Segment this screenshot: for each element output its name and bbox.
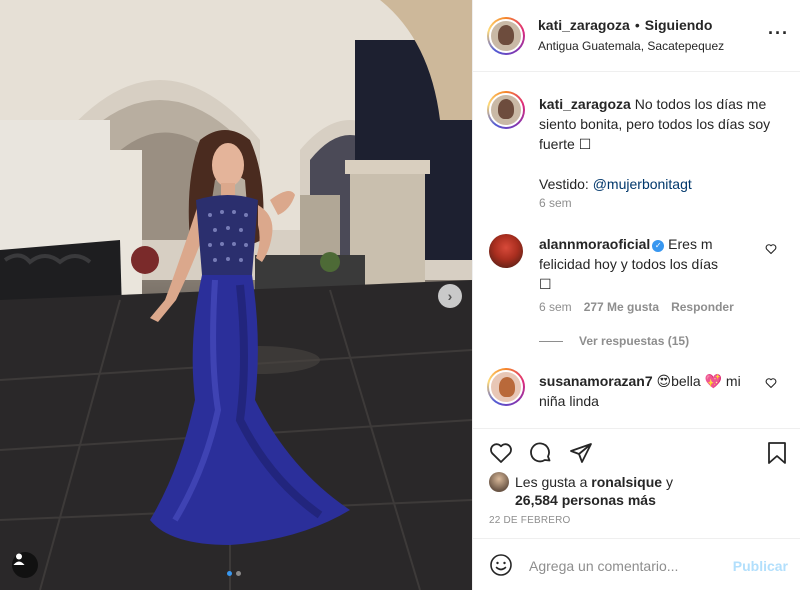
- comment-word: bella: [671, 373, 701, 389]
- comment-likes[interactable]: 277 Me gusta: [584, 300, 659, 314]
- carousel-dot-active: [227, 571, 232, 576]
- like-heart-icon[interactable]: [489, 441, 513, 468]
- publish-button[interactable]: Publicar: [733, 558, 788, 574]
- comment-line: niña linda: [539, 393, 599, 409]
- carousel-dot: [236, 571, 241, 576]
- view-replies-label: Ver respuestas (15): [579, 334, 690, 348]
- comment-line: ☐: [539, 276, 552, 292]
- divider: [539, 340, 563, 342]
- comment-bubble-icon[interactable]: [529, 441, 553, 468]
- chevron-right-icon: ›: [447, 288, 453, 304]
- caption-line: fuerte ☐: [539, 136, 592, 152]
- post-panel: kati_zaragoza • Siguiendo Antigua Guatem…: [472, 0, 800, 590]
- view-replies-button[interactable]: Ver respuestas (15): [539, 334, 689, 348]
- avatar[interactable]: [487, 17, 525, 55]
- post-username[interactable]: kati_zaragoza: [538, 17, 630, 33]
- likes-connector: y: [665, 474, 673, 490]
- comment-username[interactable]: susanamorazan7: [539, 373, 653, 389]
- caption-text: kati_zaragoza No todos los días me sient…: [539, 94, 784, 194]
- avatar[interactable]: [487, 368, 525, 406]
- share-paper-plane-icon[interactable]: [569, 441, 593, 468]
- post-location[interactable]: Antigua Guatemala, Sacatepequez: [538, 39, 724, 53]
- post-photo[interactable]: ›: [0, 0, 472, 590]
- carousel-next-button[interactable]: ›: [438, 284, 462, 308]
- caption-timestamp[interactable]: 6 sem: [539, 196, 572, 210]
- add-comment-bar: Publicar: [473, 538, 800, 590]
- caption-line: siento bonita, pero todos los días soy: [539, 116, 771, 132]
- bookmark-icon[interactable]: [765, 441, 789, 468]
- caption-line: No todos los días me: [634, 96, 767, 112]
- comment-input[interactable]: [529, 553, 729, 579]
- likes-count[interactable]: 26,584 personas más: [515, 492, 656, 508]
- like-comment-heart-icon[interactable]: [765, 242, 777, 258]
- carousel-indicator: [227, 571, 241, 576]
- comment-username[interactable]: alannmoraoficial: [539, 236, 650, 252]
- comment-timestamp[interactable]: 6 sem: [539, 300, 572, 314]
- user-icon: [13, 553, 25, 565]
- likes-summary: Les gusta a ronalsique y 26,584 personas…: [489, 472, 673, 509]
- photo-scene: [0, 0, 472, 590]
- likes-prefix: Les gusta a: [515, 474, 588, 490]
- comment-meta: 6 sem 277 Me gusta Responder: [539, 300, 734, 314]
- post-actions: Les gusta a ronalsique y 26,584 personas…: [473, 428, 800, 538]
- post-date[interactable]: 22 DE FEBRERO: [489, 515, 571, 526]
- separator-dot: •: [634, 17, 640, 33]
- dress-label: Vestido:: [539, 176, 589, 192]
- following-button[interactable]: Siguiendo: [645, 17, 713, 33]
- comment-word: mi: [725, 373, 741, 389]
- avatar[interactable]: [489, 234, 523, 268]
- avatar[interactable]: [487, 91, 525, 129]
- tagged-users-button[interactable]: [12, 552, 38, 578]
- emoji: 💖: [704, 373, 723, 389]
- caption-username[interactable]: kati_zaragoza: [539, 96, 631, 112]
- emoji: 😍: [656, 373, 672, 389]
- reply-button[interactable]: Responder: [671, 300, 734, 314]
- comment-text: alannmoraoficial ✓ Eres m felicidad hoy y…: [539, 234, 754, 294]
- comment-text: susanamorazan7 😍bella 💖 mi niña linda: [539, 371, 754, 411]
- avatar[interactable]: [489, 472, 509, 492]
- emoji-smiley-icon[interactable]: [489, 553, 513, 580]
- liker-username[interactable]: ronalsique: [591, 474, 662, 490]
- mention-link[interactable]: @mujerbonitagt: [593, 176, 692, 192]
- like-comment-heart-icon[interactable]: [765, 376, 777, 392]
- more-horizontal-icon[interactable]: ···: [768, 24, 789, 42]
- comment-line: felicidad hoy y todos los días: [539, 256, 718, 272]
- comment-line: Eres m: [668, 236, 713, 252]
- post-header: kati_zaragoza • Siguiendo Antigua Guatem…: [473, 0, 800, 72]
- verified-badge-icon: ✓: [652, 240, 665, 252]
